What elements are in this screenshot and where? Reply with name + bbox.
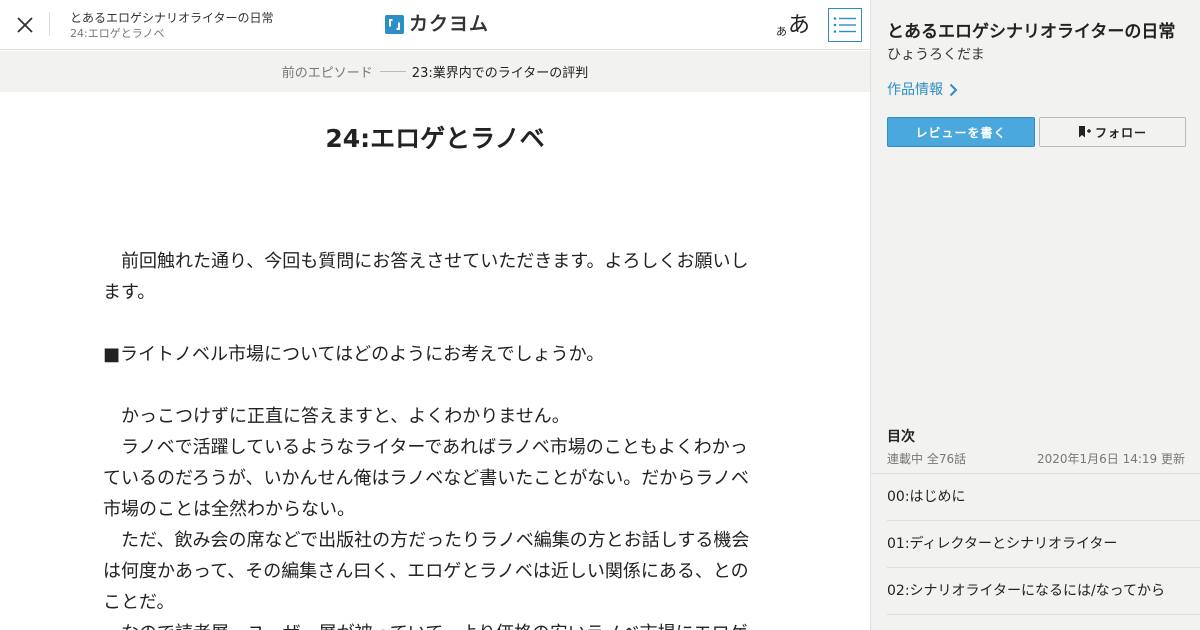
header-episode-title: 24:エロゲとラノベ (70, 27, 165, 40)
serialization-status: 連載中 全76話 (887, 452, 967, 466)
logo-text: カクヨム (409, 13, 490, 35)
write-review-button[interactable]: レビューを書く (887, 117, 1035, 147)
body-paragraph: かっこつけずに正直に答えますと、よくわかりません。 (103, 406, 570, 427)
previous-episode-separator (379, 71, 406, 72)
follow-button[interactable]: フォロー (1039, 117, 1186, 147)
body-paragraph: ただ、飲み会の席などで出版社の方だったりラノベ編集の方とお話しする機会は何度かあ… (103, 530, 750, 613)
sidebar-work-title[interactable]: とあるエロゲシナリオライターの日常 (887, 20, 1175, 44)
main-column: とあるエロゲシナリオライターの日常 24:エロゲとラノベ カクヨム あ あ 前の… (0, 0, 870, 630)
last-updated: 2020年1月6日 14:19 更新 (1036, 452, 1185, 466)
previous-episode-link[interactable]: 前のエピソード 23:業界内でのライターの評判 (0, 51, 870, 92)
list-icon (833, 17, 856, 33)
write-review-label: レビューを書く (915, 125, 1007, 140)
work-info-label: 作品情報 (887, 82, 943, 98)
close-button[interactable] (0, 0, 50, 50)
body-paragraph: 前回触れた通り、今回も質問にお答えさせていただきます。よろしくお願いします。 (103, 251, 749, 303)
body-paragraph (103, 370, 753, 401)
bookmark-plus-icon (1078, 126, 1091, 138)
header-work-title[interactable]: とあるエロゲシナリオライターの日常 (70, 11, 274, 26)
episode-body: 前回触れた通り、今回も質問にお答えさせていただきます。よろしくお願いします。 ■… (103, 246, 753, 630)
font-size-large-glyph: あ (788, 13, 811, 38)
toc-sidebar: とあるエロゲシナリオライターの日常 ひょうろくだま 作品情報 レビューを書く フ… (870, 0, 1200, 630)
kakuyomu-logo[interactable]: カクヨム (385, 12, 489, 36)
logo-bracket-icon (385, 14, 404, 34)
font-size-button[interactable]: あ あ (776, 9, 810, 39)
toc-item[interactable]: 02:シナリオライターになるには/なってから (887, 568, 1200, 615)
previous-episode-title: 23:業界内でのライターの評判 (411, 66, 589, 81)
body-paragraph: ラノベで活躍しているようなライターであればラノベ市場のこともよくわかっているのだ… (103, 437, 749, 520)
reader-header: とあるエロゲシナリオライターの日常 24:エロゲとラノベ カクヨム あ あ (0, 0, 870, 50)
toc-list: 00:はじめに 01:ディレクターとシナリオライター 02:シナリオライターにな… (871, 473, 1200, 615)
episode-title: 24:エロゲとラノベ (325, 124, 545, 153)
close-icon (17, 17, 33, 33)
toc-heading: 目次 (887, 429, 915, 445)
toc-item[interactable]: 01:ディレクターとシナリオライター (887, 521, 1200, 568)
body-paragraph (103, 308, 753, 339)
follow-label: フォロー (1094, 125, 1147, 140)
sidebar-author[interactable]: ひょうろくだま (887, 46, 985, 64)
font-size-small-glyph: あ (776, 25, 787, 38)
chevron-right-icon (949, 83, 958, 97)
toc-item[interactable]: 00:はじめに (887, 474, 1200, 521)
body-paragraph: なので読者層、ユーザー層が被っていて、より価格の安いラノベ市場にエロゲ (103, 618, 753, 630)
body-paragraph: ■ライトノベル市場についてはどのようにお考えでしょうか。 (103, 344, 605, 365)
toc-toggle-button[interactable] (828, 8, 862, 42)
work-info-link[interactable]: 作品情報 (887, 81, 958, 99)
previous-episode-label: 前のエピソード (281, 66, 373, 81)
